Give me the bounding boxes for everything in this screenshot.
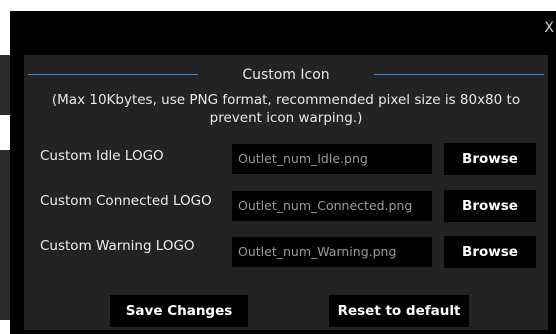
section-title: Custom Icon: [242, 67, 330, 83]
connected-logo-browse-button[interactable]: Browse: [444, 190, 536, 222]
custom-icon-fieldset: Custom Icon (Max 10Kbytes, use PNG forma…: [24, 55, 548, 330]
custom-icon-dialog: X Custom Icon (Max 10Kbytes, use PNG for…: [10, 11, 556, 334]
upload-requirements-note: (Max 10Kbytes, use PNG format, recommend…: [51, 92, 521, 126]
fieldset-legend: Custom Icon: [28, 65, 544, 85]
warning-logo-label: Custom Warning LOGO: [40, 238, 195, 254]
idle-logo-browse-button[interactable]: Browse: [444, 143, 536, 175]
save-changes-button[interactable]: Save Changes: [110, 295, 248, 327]
connected-logo-file-field[interactable]: Outlet_num_Connected.png: [232, 191, 432, 221]
idle-logo-file-field[interactable]: Outlet_num_Idle.png: [232, 144, 432, 174]
reset-to-default-button[interactable]: Reset to default: [329, 295, 469, 327]
warning-logo-file-field[interactable]: Outlet_num_Warning.png: [232, 237, 432, 267]
legend-divider-left: [28, 74, 198, 75]
connected-logo-label: Custom Connected LOGO: [40, 193, 212, 209]
close-button[interactable]: X: [544, 20, 554, 36]
legend-divider-right: [374, 74, 544, 75]
warning-logo-browse-button[interactable]: Browse: [444, 236, 536, 268]
idle-logo-label: Custom Idle LOGO: [40, 148, 164, 164]
